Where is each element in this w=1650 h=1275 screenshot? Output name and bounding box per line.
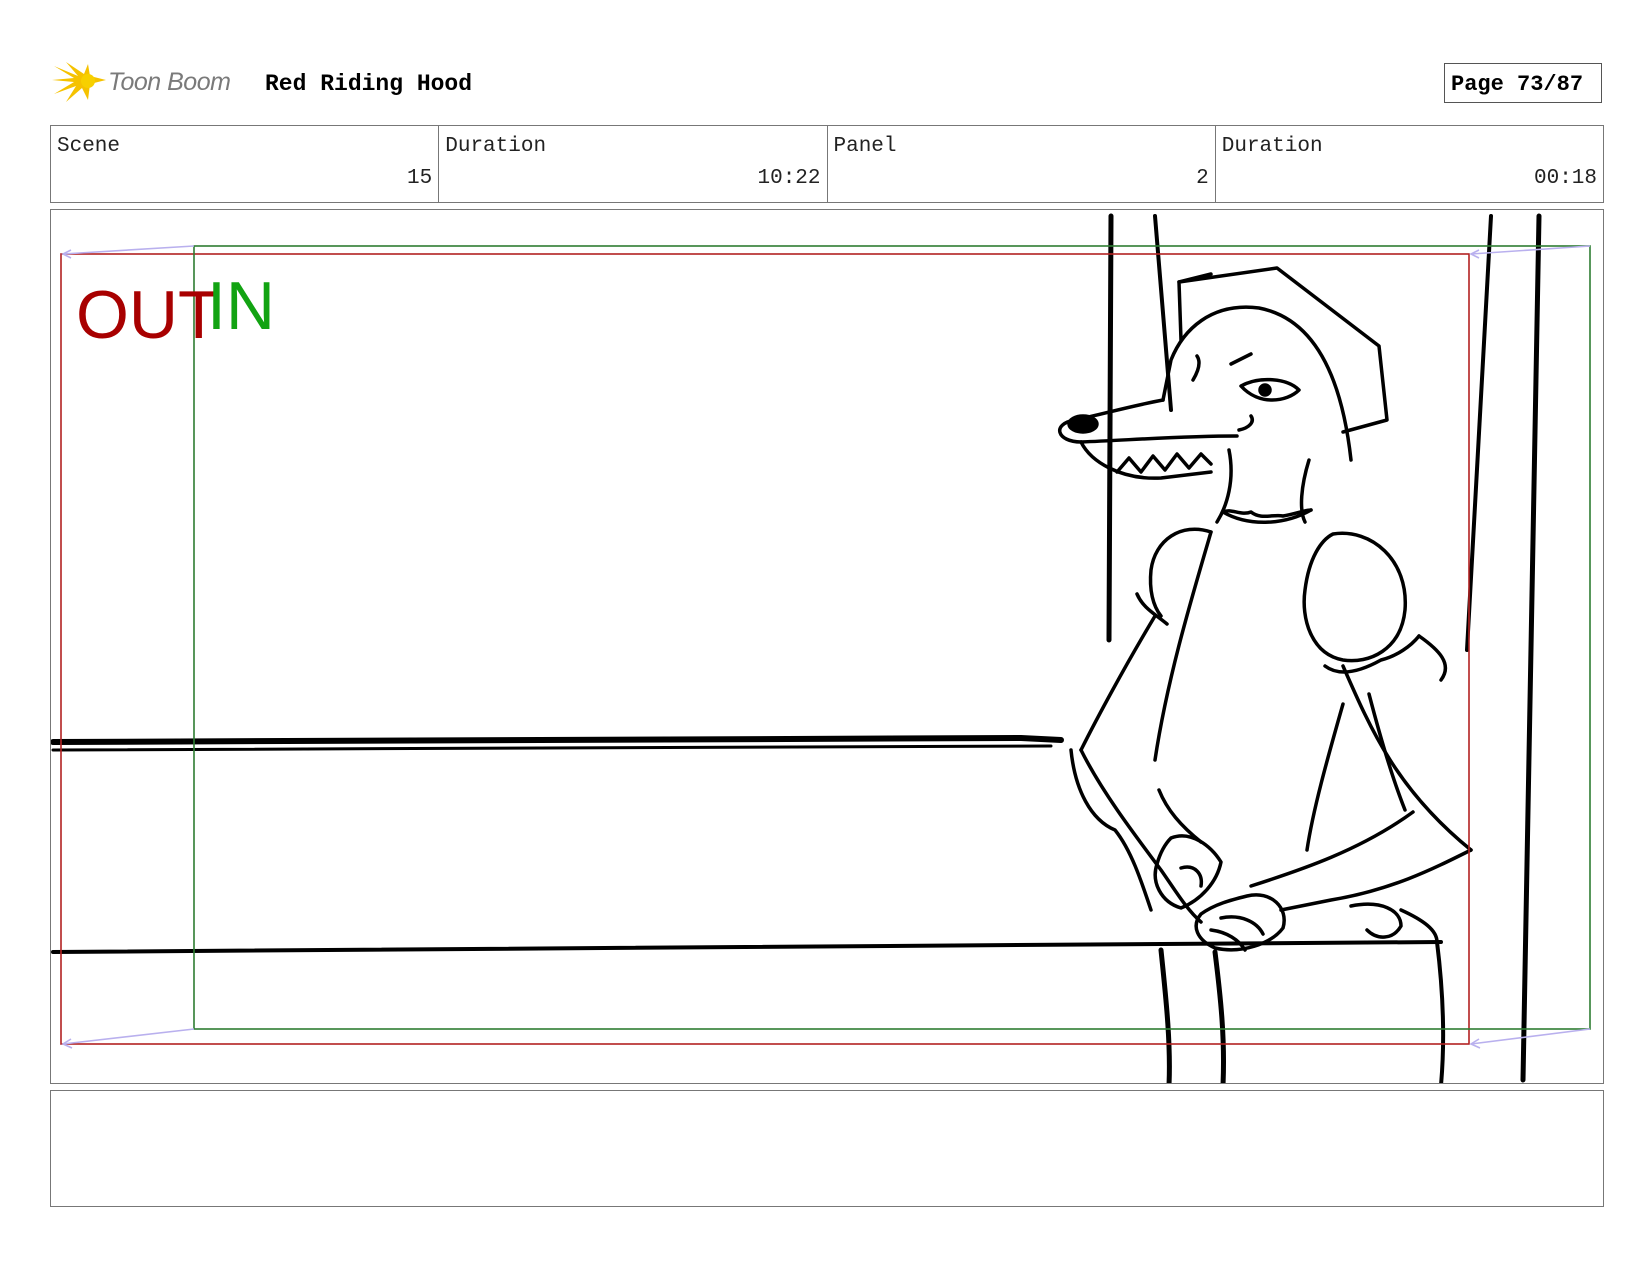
panel-sketch xyxy=(51,213,1591,1083)
page-header: Toon Boom Red Riding Hood Page 73/87 xyxy=(52,56,1602,108)
scene-duration-value: 10:22 xyxy=(757,167,821,190)
page-indicator: Page 73/87 xyxy=(1444,63,1602,103)
panel-duration-cell: Duration 00:18 xyxy=(1214,126,1603,202)
panel-duration-value: 00:18 xyxy=(1533,167,1597,190)
page-number: Page 73/87 xyxy=(1451,72,1584,97)
scene-duration-label: Duration xyxy=(445,135,547,158)
panel-value: 2 xyxy=(1196,167,1209,190)
toon-boom-logo: Toon Boom xyxy=(52,60,257,104)
storyboard-panel: OUT IN xyxy=(50,209,1604,1084)
scene-value: 15 xyxy=(407,167,433,190)
starburst-icon xyxy=(52,62,106,102)
scene-label: Scene xyxy=(57,135,121,158)
panel-notes-box[interactable] xyxy=(50,1090,1604,1207)
scene-duration-cell: Duration 10:22 xyxy=(438,126,826,202)
wolf-character xyxy=(1058,266,1473,1083)
scene-cell: Scene 15 xyxy=(51,126,438,202)
camera-move-arrows xyxy=(61,245,1591,1049)
logo-text: Toon Boom xyxy=(108,68,231,96)
project-title: Red Riding Hood xyxy=(265,71,473,97)
panel-duration-label: Duration xyxy=(1221,135,1323,158)
in-frame-label: IN xyxy=(207,268,275,344)
panel-cell: Panel 2 xyxy=(826,126,1215,202)
panel-label: Panel xyxy=(833,135,897,158)
scene-info-row: Scene 15 Duration 10:22 Panel 2 Duration… xyxy=(50,125,1604,203)
out-frame-label: OUT xyxy=(76,277,220,353)
